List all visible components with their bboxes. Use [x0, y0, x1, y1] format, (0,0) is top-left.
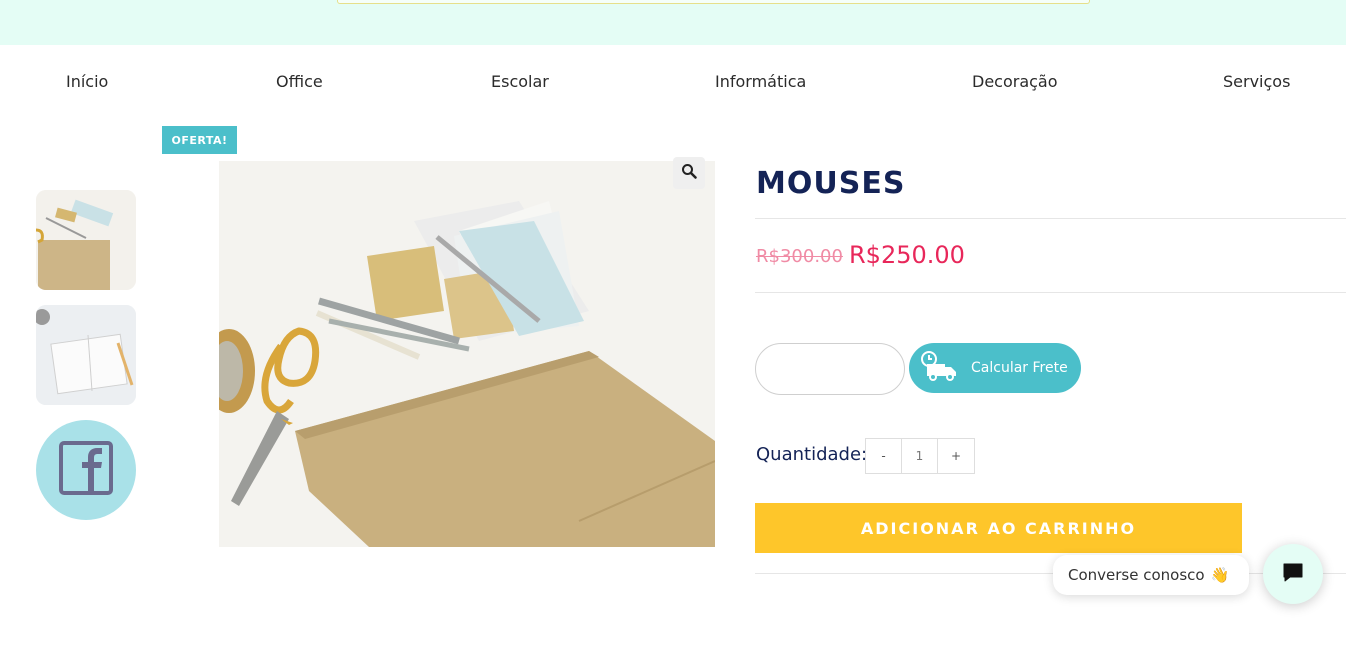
add-to-cart-button[interactable]: ADICIONAR AO CARRINHO: [755, 503, 1242, 553]
nav-item-escolar[interactable]: Escolar: [491, 72, 549, 91]
facebook-share-button[interactable]: [36, 420, 136, 520]
delivery-truck-icon: [919, 350, 959, 386]
nav-item-informatica[interactable]: Informática: [715, 72, 806, 91]
divider: [755, 292, 1346, 293]
gallery-thumbnail-1[interactable]: [36, 190, 136, 290]
divider: [755, 218, 1346, 219]
quantity-label: Quantidade:: [756, 444, 868, 465]
quantity-input[interactable]: 1: [902, 439, 938, 473]
divider: [755, 573, 1346, 574]
facebook-icon: [58, 440, 114, 501]
quantity-stepper: - 1 +: [865, 438, 975, 474]
zoom-icon: [681, 163, 697, 184]
nav-item-decoracao[interactable]: Decoração: [972, 72, 1058, 91]
chat-prompt[interactable]: Converse conosco 👋: [1053, 555, 1249, 595]
calcular-frete-button[interactable]: Calcular Frete: [909, 343, 1081, 393]
sale-badge: OFERTA!: [162, 126, 237, 154]
nav-item-office[interactable]: Office: [276, 72, 323, 91]
chat-prompt-label: Converse conosco: [1068, 566, 1205, 584]
chat-button[interactable]: [1263, 544, 1323, 604]
nav-item-inicio[interactable]: Início: [66, 72, 108, 91]
quantity-decrease-button[interactable]: -: [866, 439, 902, 473]
top-bar: [0, 0, 1346, 45]
chat-bubble-icon: [1281, 560, 1305, 589]
cep-input[interactable]: [755, 343, 905, 395]
waving-hand-icon: 👋: [1210, 566, 1230, 584]
sale-price: R$250.00: [849, 241, 965, 269]
calcular-frete-label: Calcular Frete: [971, 360, 1068, 376]
product-title: MOUSES: [756, 166, 906, 201]
main-nav: Início Office Escolar Informática Decora…: [0, 62, 1346, 102]
gallery-thumbnail-2[interactable]: [36, 305, 136, 405]
old-price: R$300.00: [756, 246, 843, 267]
nav-item-servicos[interactable]: Serviços: [1223, 72, 1290, 91]
quantity-increase-button[interactable]: +: [938, 439, 974, 473]
search-box[interactable]: [337, 0, 1090, 4]
zoom-button[interactable]: [673, 157, 705, 189]
product-main-image[interactable]: [219, 161, 715, 547]
